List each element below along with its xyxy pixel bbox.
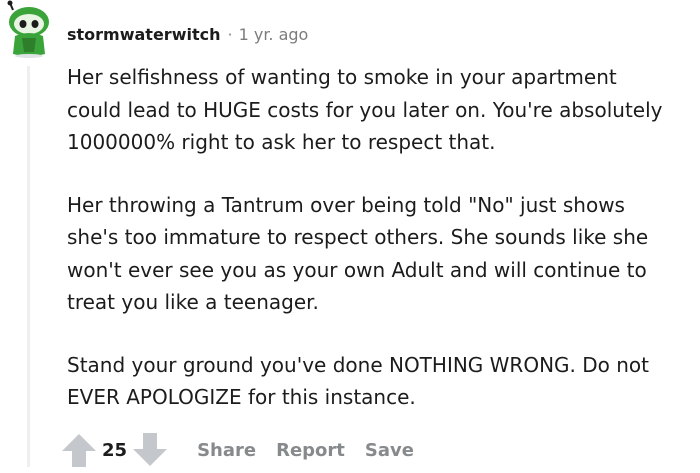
upvote-arrow-icon [62,434,96,467]
comment-line: Stand your ground you've done NOTHING WR… [67,352,649,377]
upvote-button[interactable] [60,431,98,469]
comment-body: Her selfishness of wanting to smoke in y… [67,61,700,414]
comment-line: Her throwing a Tantrum over being told "… [67,192,625,217]
vote-score: 25 [102,439,128,461]
snoo-avatar-icon [7,0,49,58]
comment-line: EVER APOLOGIZE for this instance. [67,385,416,409]
downvote-arrow-icon [133,433,168,466]
thread-line[interactable] [27,66,30,467]
comment-line: 1000000% right to ask her to respect tha… [67,130,496,154]
comment-header: stormwaterwitch · 1 yr. ago [67,22,308,46]
comment-line: won't ever see you as your own Adult and… [67,257,647,282]
comment-line: could lead to HUGE costs for you later o… [67,97,663,122]
comment-line: she's too immature to respect others. Sh… [67,225,649,249]
comment-paragraph: Her throwing a Tantrum over being told "… [67,189,700,319]
username[interactable]: stormwaterwitch [67,25,220,44]
share-button[interactable]: Share [197,440,256,461]
comment-line: treat you like a teenager. [67,290,319,314]
comment-actions: 25 Share Report Save [60,430,414,470]
comment-paragraph: Stand your ground you've done NOTHING WR… [67,349,700,414]
comment-paragraph: Her selfishness of wanting to smoke in y… [67,61,700,159]
save-button[interactable]: Save [365,440,414,461]
comment-age[interactable]: 1 yr. ago [239,25,309,44]
separator-dot: · [227,24,233,44]
downvote-button[interactable] [131,431,169,469]
report-button[interactable]: Report [276,440,345,461]
avatar[interactable] [5,0,55,58]
comment-line: Her selfishness of wanting to smoke in y… [67,65,617,89]
